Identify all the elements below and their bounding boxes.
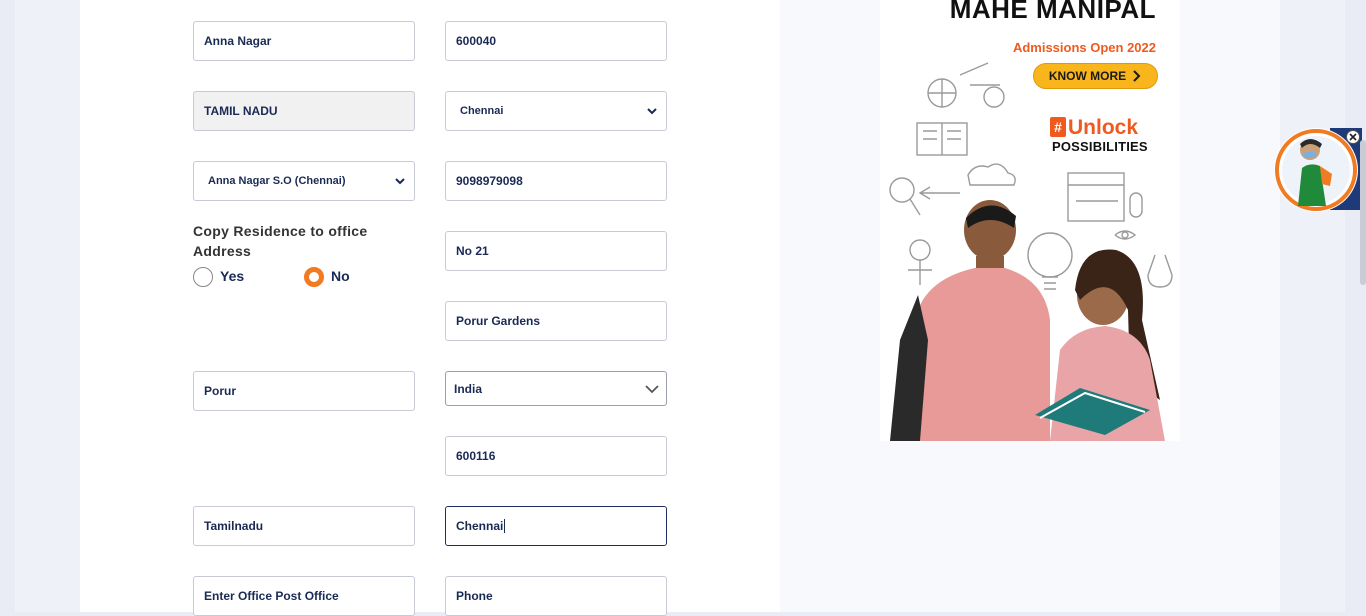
residence-district-select[interactable]: Chennai — [445, 91, 667, 131]
office-country-select[interactable]: India — [445, 371, 667, 406]
chevron-down-icon — [395, 178, 405, 185]
field-value: Porur — [204, 384, 237, 398]
close-icon[interactable] — [1346, 130, 1360, 144]
field-value: TAMIL NADU — [204, 104, 278, 118]
chevron-down-icon — [647, 108, 657, 115]
residence-pincode-field[interactable]: 600040 — [445, 21, 667, 61]
field-value: Porur Gardens — [456, 314, 541, 328]
residence-state-field: TAMIL NADU — [193, 91, 415, 131]
office-area-field[interactable]: Porur — [193, 371, 415, 411]
copy-address-no-radio[interactable] — [304, 267, 324, 287]
form-panel — [80, 0, 780, 612]
copy-address-label: Copy Residence to office Address — [193, 223, 368, 259]
office-address-line1-field[interactable]: No 21 — [445, 231, 667, 271]
select-value: India — [454, 381, 483, 396]
select-value: Anna Nagar S.O (Chennai) — [208, 175, 346, 187]
students-photo — [890, 200, 1165, 441]
residence-post-office-select[interactable]: Anna Nagar S.O (Chennai) — [193, 161, 415, 201]
text-cursor — [504, 519, 506, 533]
office-state-field[interactable]: Tamilnadu — [193, 506, 415, 546]
chevron-down-icon — [645, 385, 659, 394]
field-value: Anna Nagar — [204, 34, 272, 48]
field-placeholder: Enter Office Post Office — [204, 589, 339, 603]
copy-address-no-label: No — [331, 268, 350, 284]
chat-assistant-widget[interactable] — [1270, 126, 1362, 214]
copy-address-yes-radio[interactable] — [193, 267, 213, 287]
field-value: Chennai — [456, 519, 504, 533]
residence-mobile-field[interactable]: 9098979098 — [445, 161, 667, 201]
field-value: Tamilnadu — [204, 519, 264, 533]
select-value: Chennai — [460, 105, 504, 117]
office-post-office-field[interactable]: Enter Office Post Office — [193, 576, 415, 616]
field-value: 600040 — [456, 34, 497, 48]
office-phone-field[interactable]: Phone — [445, 576, 667, 616]
field-value: 9098979098 — [456, 174, 523, 188]
residence-area-field[interactable]: Anna Nagar — [193, 21, 415, 61]
office-address-line2-field[interactable]: Porur Gardens — [445, 301, 667, 341]
advertisement-banner[interactable]: MAHE MANIPAL Admissions Open 2022 KNOW M… — [880, 0, 1180, 441]
copy-address-yes-label: Yes — [220, 268, 245, 284]
page-scrollbar[interactable] — [1360, 140, 1366, 285]
ad-admissions-text: Admissions Open 2022 — [1012, 40, 1156, 55]
office-pincode-field[interactable]: 600116 — [445, 436, 667, 476]
office-city-field[interactable]: Chennai — [445, 506, 667, 546]
field-placeholder: Phone — [456, 589, 493, 603]
field-value: No 21 — [456, 244, 489, 258]
field-value: 600116 — [456, 449, 496, 463]
ad-title: MAHE MANIPAL — [949, 0, 1156, 24]
